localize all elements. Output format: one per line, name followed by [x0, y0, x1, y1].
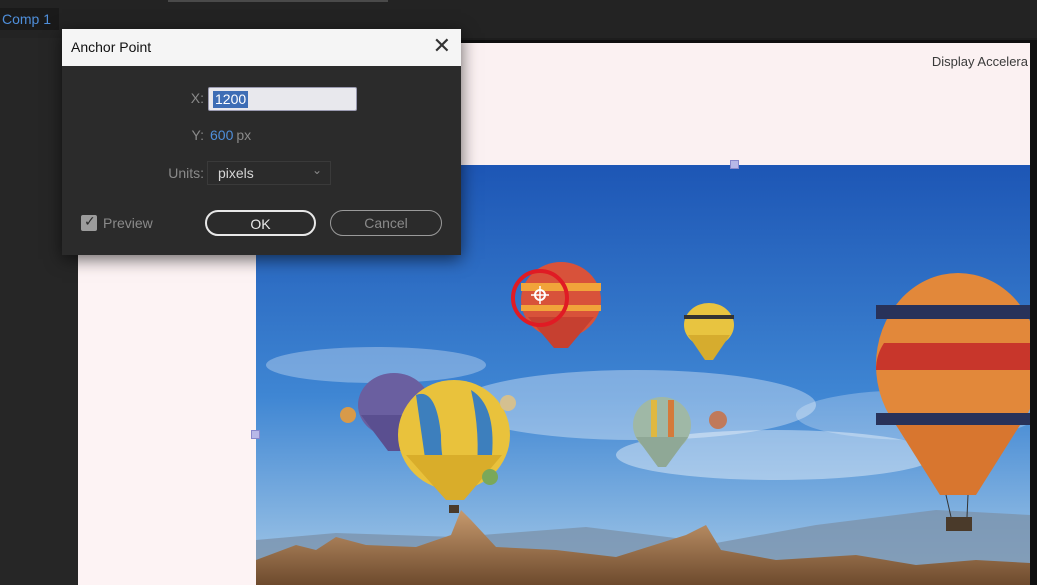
- y-value: 600: [210, 127, 234, 143]
- tab-comp-1[interactable]: Comp 1: [0, 8, 60, 30]
- display-acceleration-label: Display Accelera: [931, 54, 1028, 69]
- x-input[interactable]: 1200: [208, 87, 357, 111]
- chevron-down-icon: ⌄: [311, 163, 322, 177]
- units-label: Units:: [168, 165, 204, 181]
- units-value: pixels: [218, 165, 254, 181]
- y-input[interactable]: 600 px: [210, 127, 251, 143]
- dialog-titlebar: Anchor Point ✕: [62, 29, 461, 66]
- preview-label: Preview: [103, 215, 153, 231]
- anchor-point-icon[interactable]: [508, 268, 572, 328]
- y-label: Y:: [191, 127, 204, 143]
- divider: [168, 0, 388, 2]
- layer-handle-top[interactable]: [730, 160, 739, 169]
- x-value: 1200: [213, 91, 249, 108]
- units-dropdown[interactable]: pixels ⌄: [207, 161, 331, 185]
- cancel-button[interactable]: Cancel: [330, 210, 442, 236]
- layer-handle-left[interactable]: [251, 430, 260, 439]
- x-label: X:: [190, 90, 204, 106]
- close-icon[interactable]: ✕: [433, 35, 451, 57]
- anchor-point-dialog: Anchor Point ✕ X: 1200 Y: 600 px Units: p…: [62, 29, 461, 255]
- ok-button[interactable]: OK: [205, 210, 316, 236]
- checkbox-checked-icon[interactable]: ✓: [81, 213, 97, 231]
- y-unit: px: [236, 127, 252, 143]
- dialog-title: Anchor Point: [71, 39, 152, 55]
